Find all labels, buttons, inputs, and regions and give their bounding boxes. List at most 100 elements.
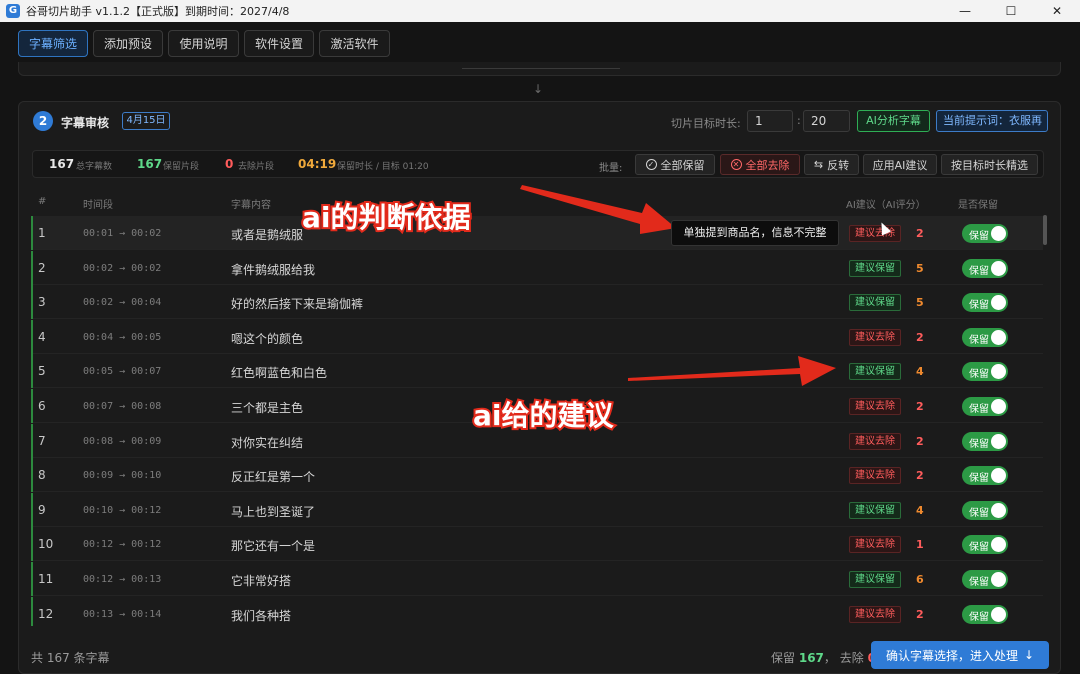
row-time: 00:07 → 00:08	[83, 401, 162, 412]
keep-toggle[interactable]: 保留	[962, 466, 1008, 486]
row-time: 00:05 → 00:07	[83, 366, 162, 378]
row-accent	[31, 285, 33, 320]
table-row[interactable]: 12 00:13 → 00:14 我们各种搭 建议去除 2 保留	[31, 596, 1043, 626]
table-row[interactable]: 5 00:05 → 00:07 红色啊蓝色和白色 建议保留 4 保留	[31, 354, 1043, 389]
tab-activate[interactable]: 激活软件	[319, 30, 390, 57]
toggle-knob	[991, 364, 1006, 380]
row-text: 或者是鹅绒服	[231, 228, 304, 242]
toggle-label: 保留	[969, 334, 989, 346]
keep-toggle[interactable]: 保留	[962, 431, 1008, 451]
total-count: 167	[49, 157, 75, 171]
toggle-label: 保留	[969, 542, 989, 554]
toggle-knob	[991, 399, 1006, 414]
toggle-knob	[991, 606, 1006, 622]
confirm-button[interactable]: 确认字幕选择，进入处理 ↓	[871, 641, 1049, 669]
row-index: 10	[38, 537, 54, 552]
minimize-icon[interactable]: —	[942, 0, 988, 22]
toggle-knob	[991, 537, 1006, 553]
tab-add-preset[interactable]: 添加预设	[93, 30, 163, 57]
table-row[interactable]: 2 00:02 → 00:02 拿件鹅绒服给我 建议保留 5 保留	[31, 250, 1043, 285]
table-row[interactable]: 8 00:09 → 00:10 反正红是第一个 建议去除 2 保留	[31, 458, 1043, 493]
current-prompt-button[interactable]: 当前提示词：衣服再	[936, 110, 1048, 132]
date-badge: 4月15日	[122, 112, 170, 130]
target-seconds-input[interactable]: 20	[803, 110, 850, 132]
toggle-label: 保留	[969, 577, 989, 588]
invert-label: 反转	[827, 158, 850, 172]
subtitle-review-panel: 2 字幕审核 4月15日 切片目标时长: 1 : 20 AI分析字幕 当前提示词…	[18, 101, 1061, 674]
target-duration-label: 切片目标时长:	[671, 117, 741, 130]
toggle-knob	[991, 226, 1006, 241]
keep-toggle[interactable]: 保留	[962, 224, 1008, 243]
row-accent	[31, 389, 33, 423]
footer-summary: 保留 167， 去除 0	[771, 649, 876, 666]
keep-toggle[interactable]: 保留	[962, 604, 1008, 624]
remove-count: 0	[225, 157, 234, 171]
table-row[interactable]: 9 00:10 → 00:12 马上也到圣诞了 建议保留 4 保留	[31, 492, 1043, 527]
maximize-icon[interactable]: ☐	[988, 0, 1034, 22]
row-time: 00:02 → 00:04	[83, 297, 162, 309]
apply-ai-button[interactable]: 应用AI建议	[863, 154, 937, 175]
remove-all-label: 全部去除	[745, 158, 790, 172]
keep-toggle[interactable]: 保留	[962, 362, 1008, 382]
tab-usage-guide[interactable]: 使用说明	[168, 30, 239, 57]
keep-toggle[interactable]: 保留	[962, 258, 1008, 278]
ai-analyze-button[interactable]: AI分析字幕	[857, 110, 930, 132]
row-text: 我们各种搭	[231, 608, 292, 623]
batch-label: 批量:	[599, 163, 623, 174]
row-text: 红色啊蓝色和白色	[231, 366, 328, 381]
target-select-button[interactable]: 按目标时长精选	[941, 154, 1038, 175]
keep-count-label: 保留片段	[163, 162, 200, 172]
swap-arrows-icon: ⇆	[813, 158, 824, 171]
keep-toggle[interactable]: 保留	[962, 397, 1008, 416]
footer-keep-label: 保留	[771, 651, 796, 665]
row-accent	[31, 250, 33, 285]
row-accent	[31, 562, 33, 596]
row-text: 嗯这个的颜色	[231, 331, 304, 346]
col-text: 字幕内容	[231, 200, 271, 211]
row-accent	[31, 492, 33, 527]
row-index: 7	[38, 433, 46, 448]
table-row[interactable]: 1 00:01 → 00:02 或者是鹅绒服 建议去除 2 保留	[31, 216, 1043, 250]
row-accent	[31, 596, 33, 626]
row-index: 3	[38, 295, 46, 310]
invert-button[interactable]: ⇆ 反转	[804, 154, 859, 175]
remove-count-label: 去除片段	[238, 162, 275, 172]
keep-all-button[interactable]: ✓ 全部保留	[635, 154, 715, 175]
row-time: 00:10 → 00:12	[83, 504, 162, 516]
row-index: 4	[38, 329, 46, 344]
row-index: 5	[38, 364, 46, 379]
ai-score: 2	[916, 330, 924, 344]
remove-all-button[interactable]: ✕ 全部去除	[720, 154, 800, 175]
total-count-label: 总字幕数	[76, 162, 113, 172]
row-text: 它非常好搭	[231, 574, 292, 588]
table-row[interactable]: 11 00:12 → 00:13 它非常好搭 建议保留 6 保留	[31, 562, 1043, 596]
keep-count: 167	[137, 157, 163, 171]
col-ai: AI建议（AI评分）	[846, 200, 926, 211]
row-index: 2	[38, 260, 46, 275]
keep-toggle[interactable]: 保留	[962, 535, 1008, 555]
tab-subtitle-filter[interactable]: 字幕筛选	[18, 30, 88, 57]
keep-toggle[interactable]: 保留	[962, 570, 1008, 589]
ai-score: 5	[916, 261, 924, 275]
row-index: 12	[38, 606, 54, 621]
row-time: 00:12 → 00:13	[83, 574, 162, 585]
col-index: #	[38, 196, 47, 207]
keep-all-label: 全部保留	[660, 158, 705, 172]
close-icon[interactable]: ✕	[1034, 0, 1080, 22]
x-circle-icon: ✕	[730, 159, 742, 170]
row-text: 好的然后接下来是瑜伽裤	[231, 297, 364, 312]
table-row[interactable]: 10 00:12 → 00:12 那它还有一个是 建议去除 1 保留	[31, 527, 1043, 562]
keep-toggle[interactable]: 保留	[962, 500, 1008, 520]
table-scrollbar[interactable]	[1043, 215, 1047, 245]
table-row[interactable]: 3 00:02 → 00:04 好的然后接下来是瑜伽裤 建议保留 5 保留	[31, 285, 1043, 320]
keep-toggle[interactable]: 保留	[962, 293, 1008, 313]
previous-step-panel	[18, 62, 1061, 76]
annotation-suggestion-text: ai给的建议	[471, 397, 615, 434]
keep-toggle[interactable]: 保留	[962, 327, 1008, 347]
ai-suggestion-badge: 建议去除	[849, 225, 901, 242]
target-minutes-input[interactable]: 1	[747, 110, 793, 132]
tab-settings[interactable]: 软件设置	[244, 30, 314, 57]
table-row[interactable]: 4 00:04 → 00:05 嗯这个的颜色 建议去除 2 保留	[31, 319, 1043, 354]
toggle-label: 保留	[969, 438, 989, 450]
row-time: 00:08 → 00:09	[83, 435, 162, 447]
